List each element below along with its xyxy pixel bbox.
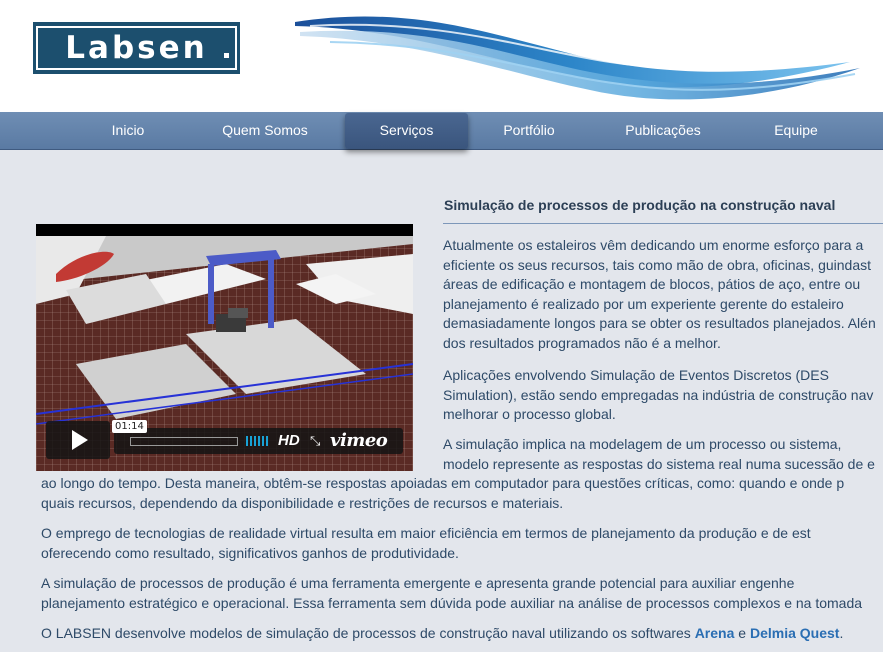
text-line: planejamento estratégico e operacional. … [41,594,863,611]
main-nav: Inicio Quem Somos Serviços Portfólio Pub… [0,112,883,150]
fullscreen-icon[interactable]: ⤡ [310,433,320,449]
text-line: Aplicações envolvendo Simulação de Event… [443,367,829,383]
paragraph-2: Aplicações envolvendo Simulação de Event… [443,366,883,425]
text-line: Simulation), estão sendo empregadas na i… [443,386,874,403]
text-line: Atualmente os estaleiros vêm dedicando u… [443,237,864,253]
text-line: demasiadamente longos para se obter os r… [443,315,876,331]
arena-link[interactable]: Arena [695,625,735,641]
video-controls: HD ⤡ vimeo [114,428,403,454]
paragraph-4: O emprego de tecnologias de realidade vi… [41,524,883,563]
nav-item-publicacoes[interactable]: Publicações [605,112,721,150]
text-line: modelo represente as respostas do sistem… [443,455,875,472]
volume-icon[interactable] [246,436,268,446]
nav-item-quem-somos[interactable]: Quem Somos [205,112,325,150]
paragraph-3-right: A simulação implica na modelagem de um p… [443,435,883,474]
hd-toggle[interactable]: HD [278,432,300,449]
play-icon [72,430,88,450]
logo-dot [224,53,229,58]
paragraph-5: A simulação de processos de produção é u… [41,574,883,613]
paragraph-1: Atualmente os estaleiros vêm dedicando u… [443,236,883,353]
nav-item-inicio[interactable]: Inicio [88,112,168,150]
text-line: eficiente os seus recursos, tais como mã… [443,256,871,273]
text-line: oferecendo como resultado, significativo… [41,544,459,561]
play-button[interactable] [46,421,110,459]
progress-bar[interactable] [130,437,238,446]
text-line: áreas de edificação e montagem de blocos… [443,276,861,292]
text-line: A simulação de processos de produção é u… [41,575,795,591]
paragraph-6: O LABSEN desenvolve modelos de simulação… [41,624,883,644]
p6-text: O LABSEN desenvolve modelos de simulação… [41,625,695,641]
nav-item-servicos[interactable]: Serviços [345,113,468,149]
text-line: dos resultados programados não é a melho… [443,334,721,351]
site-header: Labsen [0,0,883,112]
logo-text: Labsen [65,30,208,66]
text-line: ao longo do tempo. Desta maneira, obtêm-… [41,475,845,491]
p6-and: e [734,625,750,641]
text-line: O emprego de tecnologias de realidade vi… [41,525,811,541]
text-line: planejamento é realizado por um experien… [443,295,844,312]
text-line: O LABSEN desenvolve modelos de simulação… [41,624,883,644]
video-player[interactable]: HD ⤡ vimeo 01:14 [36,224,413,471]
labsen-logo[interactable]: Labsen [33,22,240,74]
title-divider [443,223,883,224]
paragraph-3-full: ao longo do tempo. Desta maneira, obtêm-… [41,474,883,513]
text-line: melhorar o processo global. [443,406,616,422]
nav-item-portfolio[interactable]: Portfólio [480,112,578,150]
header-wave-graphic [295,16,860,100]
text-line: A simulação implica na modelagem de um p… [443,436,842,452]
p6-end: . [839,625,844,641]
nav-item-equipe[interactable]: Equipe [750,112,842,150]
main-content: Simulação de processos de produção na co… [0,150,883,652]
page-title: Simulação de processos de produção na co… [444,197,836,213]
text-line: quais recursos, dependendo da disponibil… [41,494,564,511]
delmia-quest-link[interactable]: Delmia Quest [750,625,839,641]
vimeo-logo[interactable]: vimeo [330,430,388,451]
video-timecode: 01:14 [112,420,147,433]
